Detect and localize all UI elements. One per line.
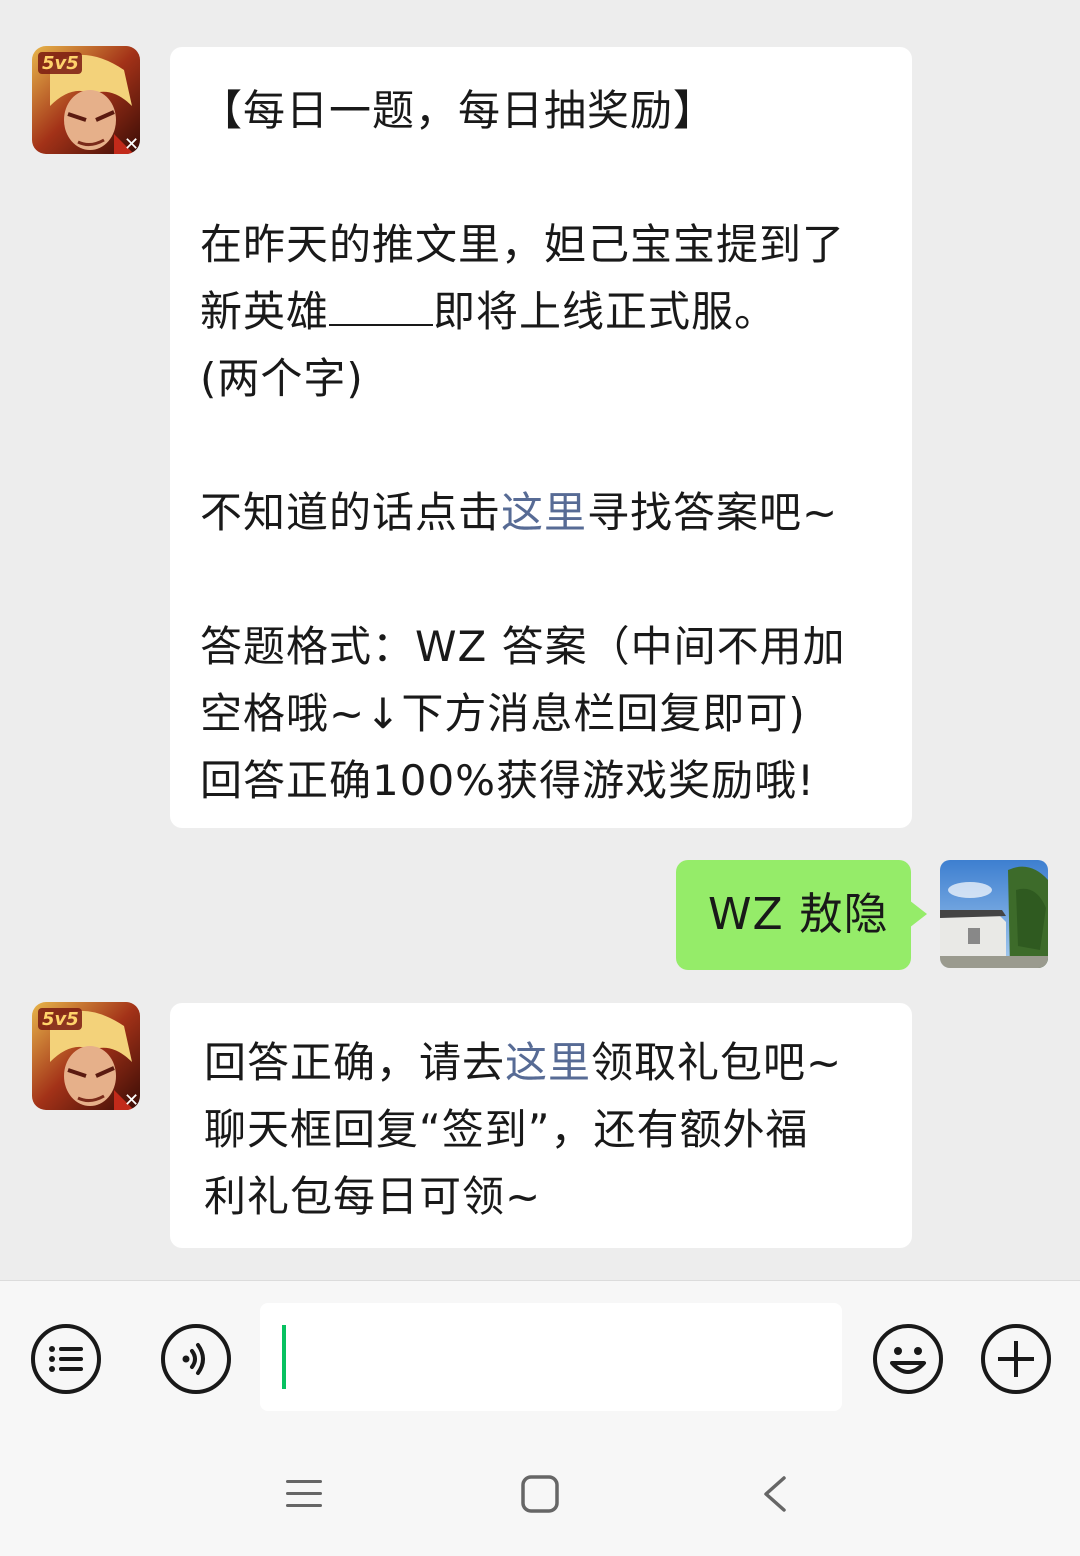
message-line: 回答正确，请去这里领取礼包吧~ — [204, 1029, 912, 1096]
voice-icon[interactable] — [160, 1323, 232, 1395]
system-nav-bar — [0, 1430, 1080, 1556]
message-line: 不知道的话点击这里寻找答案吧~ — [200, 479, 912, 546]
message-text: 回答正确，请去 — [204, 1038, 506, 1087]
my-avatar[interactable] — [940, 860, 1048, 968]
message-text: (两个字) — [200, 354, 364, 403]
text-caret — [282, 1325, 286, 1389]
message-text: 回答正确100%获得游戏奖励哦! — [200, 756, 815, 805]
message-line: 空格哦~↓下方消息栏回复即可) — [200, 680, 912, 747]
svg-text:✕: ✕ — [124, 134, 139, 154]
answer-text: WZ 敖隐 — [708, 889, 889, 940]
back-icon[interactable] — [756, 1474, 796, 1514]
message-text: 即将上线正式服。 — [433, 287, 778, 336]
menu-icon[interactable] — [284, 1474, 324, 1514]
message-line: 聊天框回复“签到”，还有额外福 — [204, 1096, 912, 1163]
official-account-avatar[interactable]: ✕ 5v5 — [32, 1002, 140, 1110]
message-line: 回答正确100%获得游戏奖励哦! — [200, 747, 912, 814]
message-line: (两个字) — [200, 345, 912, 412]
message-line: 利礼包每日可领~ — [204, 1163, 912, 1230]
svg-text:5v5: 5v5 — [42, 53, 79, 74]
message-text: 领取礼包吧~ — [591, 1038, 843, 1087]
message-text: 【每日一题，每日抽奖励】 — [200, 86, 717, 135]
message-line — [200, 546, 912, 613]
message-bubble-reply[interactable]: 回答正确，请去这里领取礼包吧~ 聊天框回复“签到”，还有额外福 利礼包每日可领~ — [170, 1003, 912, 1248]
message-text: 答题格式：WZ 答案（中间不用加 — [200, 622, 846, 671]
game-hero-avatar-icon: ✕ 5v5 — [32, 46, 140, 154]
message-bubble-question[interactable]: 【每日一题，每日抽奖励】在昨天的推文里，妲己宝宝提到了 新英雄 即将上线正式服。 (两… — [170, 47, 912, 828]
message-text: 新英雄 — [200, 287, 330, 336]
svg-text:5v5: 5v5 — [42, 1009, 79, 1030]
message-text: 利礼包每日可领~ — [204, 1172, 542, 1221]
message-input[interactable] — [260, 1303, 842, 1411]
svg-text:✕: ✕ — [124, 1090, 139, 1110]
here-link[interactable]: 这里 — [505, 1038, 591, 1087]
message-line — [200, 144, 912, 211]
game-hero-avatar-icon: ✕ 5v5 — [32, 1002, 140, 1110]
emoji-icon[interactable] — [872, 1323, 944, 1395]
here-link[interactable]: 这里 — [501, 488, 587, 537]
message-text: 在昨天的推文里，妲己宝宝提到了 — [200, 220, 846, 269]
message-line — [200, 412, 912, 479]
official-account-avatar[interactable]: ✕ 5v5 — [32, 46, 140, 154]
message-bubble-answer[interactable]: WZ 敖隐 — [676, 860, 927, 970]
message-line: 【每日一题，每日抽奖励】 — [200, 77, 912, 144]
message-text: 寻找答案吧~ — [587, 488, 839, 537]
message-text: 空格哦~↓下方消息栏回复即可) — [200, 689, 806, 738]
message-text: 聊天框回复“签到”，还有额外福 — [204, 1105, 809, 1154]
fill-in-blank — [329, 286, 434, 326]
home-icon[interactable] — [520, 1474, 560, 1514]
input-bar — [0, 1280, 1080, 1430]
message-line: 答题格式：WZ 答案（中间不用加 — [200, 613, 912, 680]
plus-icon[interactable] — [980, 1323, 1052, 1395]
message-line: 新英雄 即将上线正式服。 — [200, 278, 912, 345]
chat-area: ✕ 5v5 【每日一题，每日抽奖励】在昨天的推文里，妲己宝宝提到了 新英雄 即将上线… — [0, 0, 1080, 1280]
menu-list-icon[interactable] — [30, 1323, 102, 1395]
message-text: 不知道的话点击 — [200, 488, 502, 537]
message-line: 在昨天的推文里，妲己宝宝提到了 — [200, 211, 912, 278]
landscape-photo-avatar-icon — [940, 860, 1048, 968]
